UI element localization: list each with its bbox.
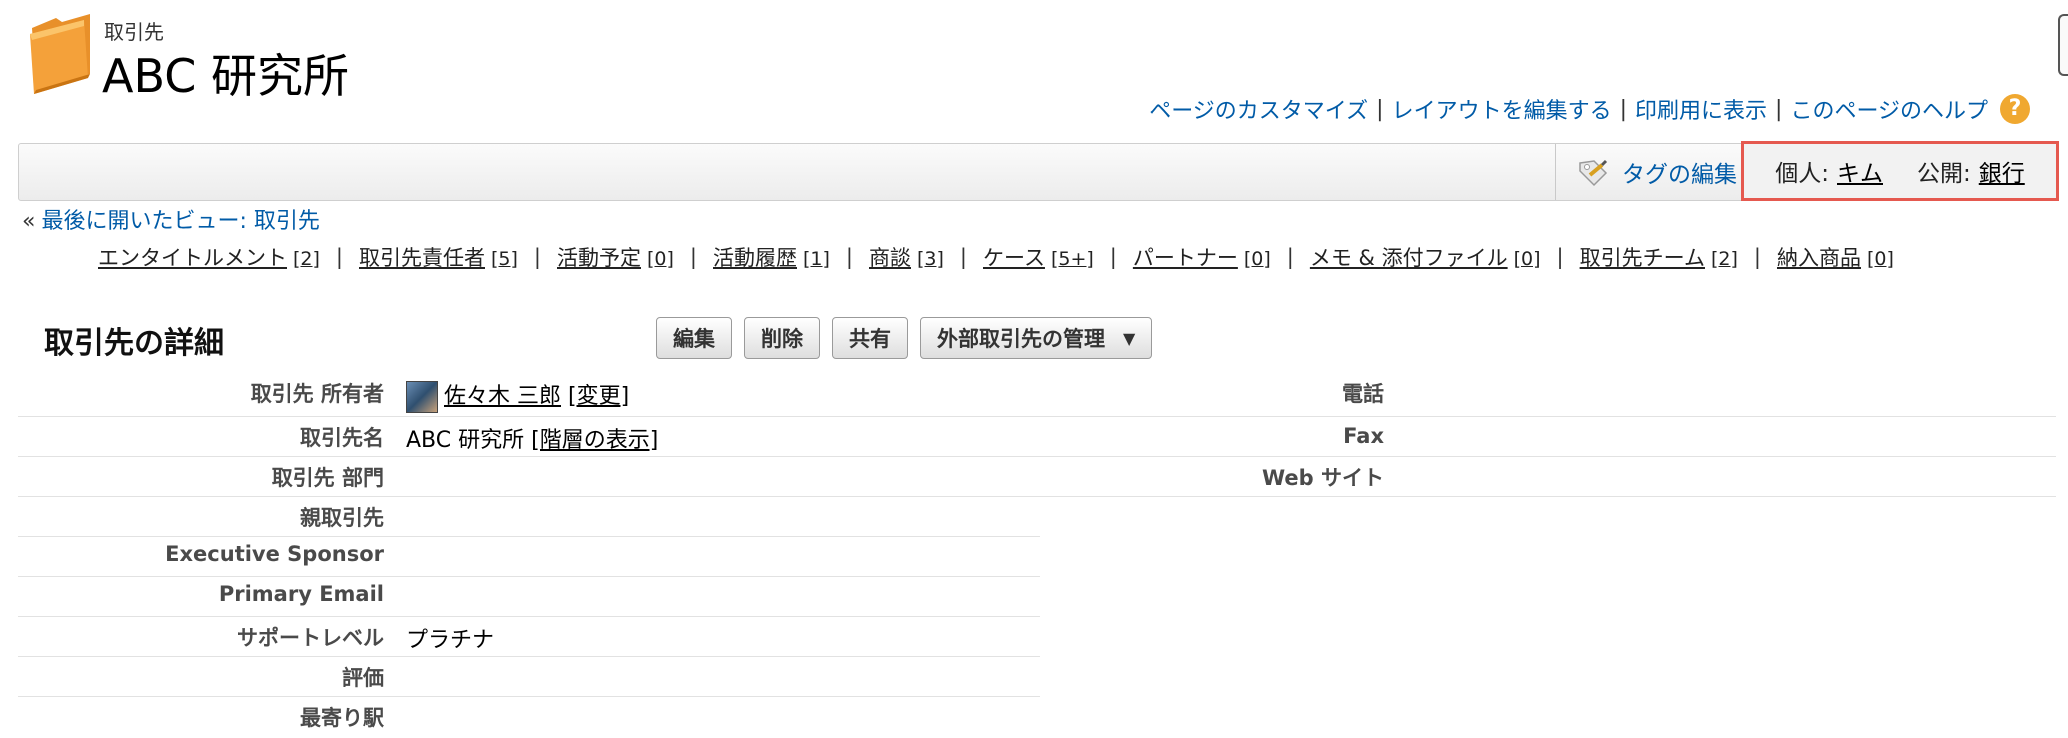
executive-sponsor-label: Executive Sponsor xyxy=(165,542,384,566)
owner-name-link[interactable]: 佐々木 三郎 xyxy=(444,384,561,409)
share-button[interactable]: 共有 xyxy=(832,317,908,359)
view-hierarchy-link[interactable]: [階層の表示] xyxy=(531,428,658,453)
avatar xyxy=(406,381,438,413)
personal-tag-link[interactable]: キム xyxy=(1837,154,1883,188)
website-label: Web サイト xyxy=(1261,466,1384,490)
related-link-notes-attachments[interactable]: メモ & 添付ファイル [0] xyxy=(1310,242,1541,272)
tag-summary: 個人: キム 公開: 銀行 xyxy=(1741,141,2059,201)
public-tag-link[interactable]: 銀行 xyxy=(1979,154,2025,188)
edit-button[interactable]: 編集 xyxy=(656,317,732,359)
related-link-assets[interactable]: 納入商品 [0] xyxy=(1777,242,1894,272)
separator: | xyxy=(1376,96,1384,122)
customize-page-link[interactable]: ページのカスタマイズ xyxy=(1149,93,1368,125)
field-row-rating: 評価 xyxy=(18,656,1040,697)
field-row-station: 最寄り駅 xyxy=(18,696,1040,736)
support-level-label: サポートレベル xyxy=(237,626,384,650)
account-name-value: ABC 研究所 [階層の表示] xyxy=(406,428,659,453)
external-account-dropdown[interactable]: 外部取引先の管理 ▼ xyxy=(920,317,1153,359)
related-link-opportunities[interactable]: 商談 [3] xyxy=(869,242,944,272)
page-utility-links: ページのカスタマイズ | レイアウトを編集する | 印刷用に表示 | このページ… xyxy=(1149,93,2030,125)
printable-view-link[interactable]: 印刷用に表示 xyxy=(1635,93,1767,125)
field-row-email: Primary Email xyxy=(18,576,1040,617)
nearest-station-label: 最寄り駅 xyxy=(300,706,384,730)
caret-down-icon: ▼ xyxy=(1123,328,1136,348)
change-owner-link[interactable]: [変更] xyxy=(568,384,629,409)
related-link-contacts[interactable]: 取引先責任者 [5] xyxy=(359,242,518,272)
recent-view-link[interactable]: 最後に開いたビュー: 取引先 xyxy=(41,209,319,234)
edit-layout-link[interactable]: レイアウトを編集する xyxy=(1392,93,1612,125)
owner-value: 佐々木 三郎 [変更] xyxy=(406,378,629,413)
tag-bar: タグの編集 個人: キム 公開: 銀行 xyxy=(18,141,2059,201)
personal-tags-label: 個人: xyxy=(1775,161,1829,187)
related-link-entitlements[interactable]: エンタイトルメント [2] xyxy=(98,242,320,272)
edit-tags-button[interactable]: タグの編集 xyxy=(1555,144,1737,200)
field-row-account-name: 取引先名 ABC 研究所 [階層の表示] Fax xyxy=(18,416,2056,457)
phone-label: 電話 xyxy=(1342,382,1384,406)
related-link-partners[interactable]: パートナー [0] xyxy=(1133,242,1271,272)
detail-section-title: 取引先の詳細 xyxy=(44,326,224,361)
delete-button[interactable]: 削除 xyxy=(744,317,820,359)
field-row-sponsor: Executive Sponsor xyxy=(18,536,1040,577)
help-icon[interactable]: ? xyxy=(2000,94,2030,124)
related-link-open-activities[interactable]: 活動予定 [0] xyxy=(557,242,674,272)
division-label: 取引先 部門 xyxy=(271,466,384,490)
related-link-cases[interactable]: ケース [5+] xyxy=(983,242,1094,272)
separator: | xyxy=(1775,96,1783,122)
tag-icon xyxy=(1579,159,1608,187)
field-row-division: 取引先 部門 Web サイト xyxy=(18,456,2056,497)
account-name-label: 取引先名 xyxy=(300,426,384,450)
related-list-links: エンタイトルメント [2] | 取引先責任者 [5] | 活動予定 [0] | 活動履… xyxy=(98,242,1894,272)
field-row-owner: 取引先 所有者 佐々木 三郎 [変更] 電話 xyxy=(18,374,2056,417)
field-row-support: サポートレベル プラチナ xyxy=(18,616,1040,657)
page-title: ABC 研究所 xyxy=(102,49,349,103)
side-panel-handle[interactable] xyxy=(2058,14,2068,76)
folder-icon xyxy=(30,14,90,94)
public-tags-label: 公開: xyxy=(1917,161,1971,187)
double-chevron-left-icon: « xyxy=(22,209,36,234)
owner-label: 取引先 所有者 xyxy=(250,382,384,406)
related-link-account-team[interactable]: 取引先チーム [2] xyxy=(1580,242,1738,272)
back-to-list-view: «最後に開いたビュー: 取引先 xyxy=(22,203,320,235)
fax-label: Fax xyxy=(1343,424,1384,448)
external-account-label: 外部取引先の管理 xyxy=(937,327,1105,351)
primary-email-label: Primary Email xyxy=(218,582,384,606)
parent-account-label: 親取引先 xyxy=(300,506,384,530)
rating-label: 評価 xyxy=(342,666,384,690)
field-row-parent: 親取引先 xyxy=(18,496,1040,537)
separator: | xyxy=(1619,96,1627,122)
help-link[interactable]: このページのヘルプ xyxy=(1790,93,1988,125)
detail-buttons: 編集 削除 共有 外部取引先の管理 ▼ xyxy=(656,317,1153,359)
edit-tags-label: タグの編集 xyxy=(1622,162,1737,188)
support-level-value: プラチナ xyxy=(406,628,495,653)
related-link-activity-history[interactable]: 活動履歴 [1] xyxy=(713,242,830,272)
